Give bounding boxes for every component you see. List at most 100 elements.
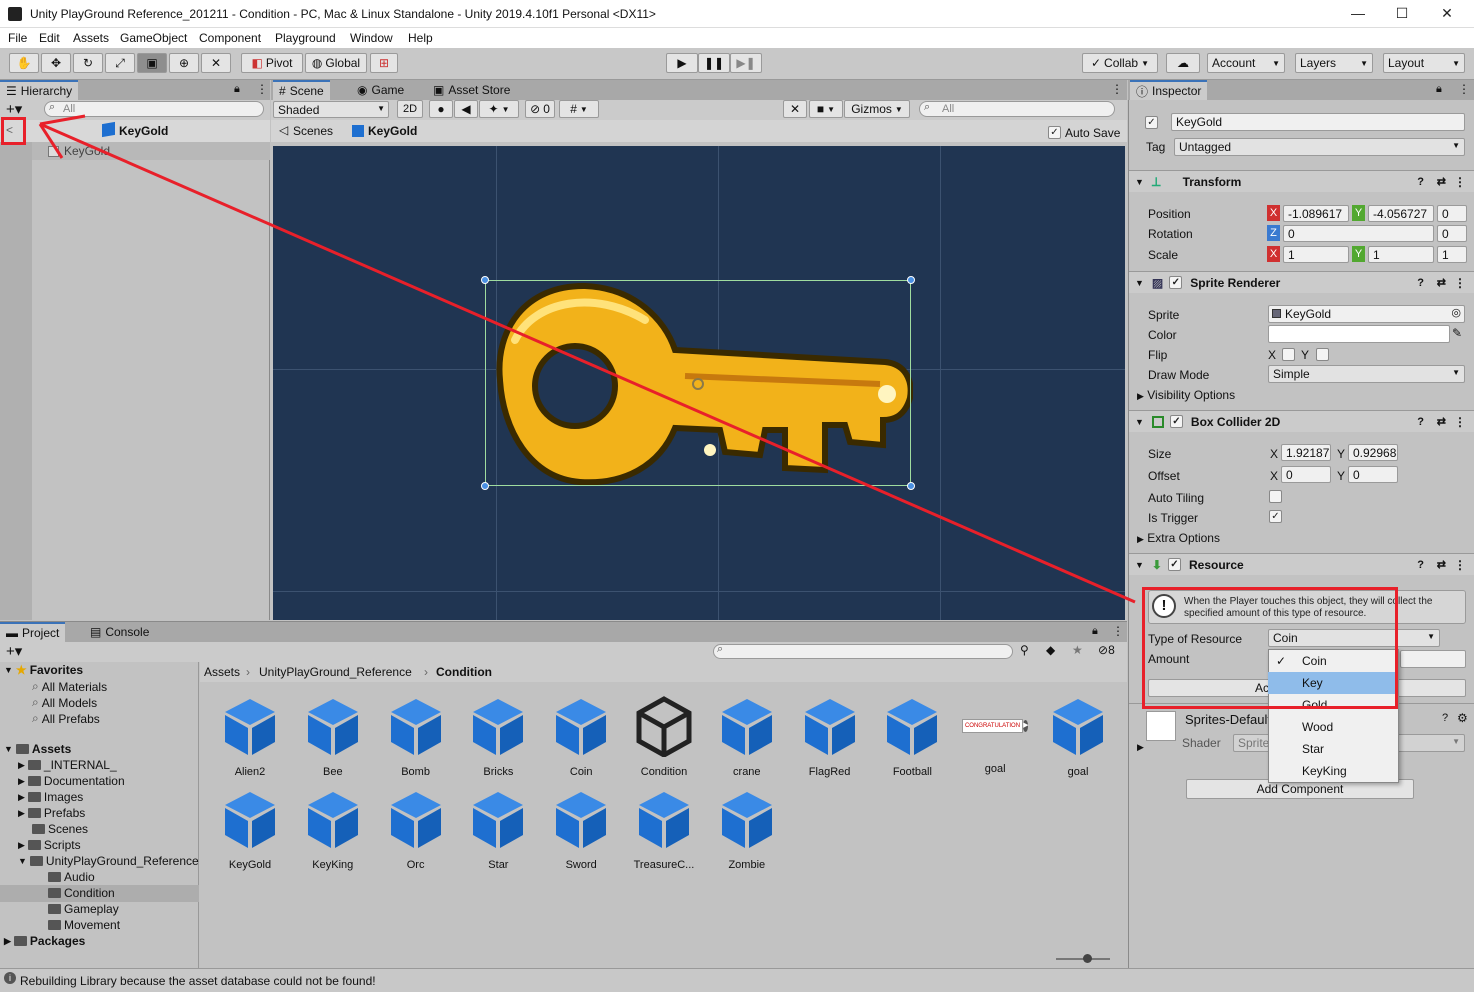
target-icon[interactable]: ◎ — [1451, 306, 1461, 319]
sprite-renderer-header[interactable]: ▼ ▨ ✓ Sprite Renderer ? ⇄ ⋮ — [1129, 271, 1474, 293]
slider-thumb[interactable] — [1083, 954, 1092, 963]
preset-icon[interactable]: ⇄ — [1437, 415, 1446, 428]
gear-icon[interactable]: ⚙ — [1457, 711, 1468, 725]
help-icon[interactable]: ? — [1417, 416, 1424, 428]
folder-internal[interactable]: ▶ _INTERNAL_ — [18, 758, 117, 772]
eyedropper-icon[interactable]: ✎ — [1452, 326, 1462, 340]
scale-x-field[interactable]: 1 — [1283, 246, 1349, 263]
folder-prefabs[interactable]: ▶ Prefabs — [18, 806, 85, 820]
kebab-menu-icon[interactable]: ⋮ — [1111, 82, 1123, 96]
fold-right-icon[interactable]: ▶ — [1137, 742, 1144, 753]
help-icon[interactable]: ? — [1417, 277, 1424, 289]
hidden-objects-toggle[interactable]: ⊘ 0 — [525, 100, 555, 118]
move-tool-button[interactable]: ✥ — [41, 53, 71, 73]
2d-toggle-button[interactable]: 2D — [397, 100, 423, 118]
menu-file[interactable]: File — [8, 31, 27, 45]
offset-x-field[interactable]: 0 — [1281, 466, 1331, 483]
menu-assets[interactable]: Assets — [73, 31, 109, 45]
active-checkbox[interactable]: ✓ — [1145, 116, 1158, 129]
folder-unityplayground-reference[interactable]: ▼ UnityPlayGround_Reference — [18, 854, 199, 868]
kebab-menu-icon[interactable]: ⋮ — [1454, 415, 1466, 429]
menu-playground[interactable]: Playground — [275, 31, 336, 45]
asset-item[interactable]: Orc — [379, 788, 453, 878]
maximize-button[interactable]: ☐ — [1392, 5, 1412, 22]
is-trigger-checkbox[interactable]: ✓ — [1269, 510, 1282, 523]
scale-tool-button[interactable]: ⤢ — [105, 53, 135, 73]
tab-console[interactable]: ▤ Console — [84, 622, 155, 642]
scale-z-field[interactable]: 1 — [1437, 246, 1467, 263]
flip-x-checkbox[interactable] — [1282, 348, 1295, 361]
create-plus-button[interactable]: +▾ — [6, 642, 22, 660]
help-icon[interactable]: ? — [1442, 712, 1448, 724]
lighting-toggle[interactable]: ● — [429, 100, 453, 118]
asset-item[interactable]: Alien2 — [213, 695, 287, 785]
rotate-tool-button[interactable]: ↻ — [73, 53, 103, 73]
rect-handle[interactable] — [907, 276, 915, 284]
asset-item[interactable]: FlagRed — [793, 695, 867, 785]
amount-field[interactable] — [1400, 650, 1466, 668]
pause-button[interactable]: ❚❚ — [698, 53, 730, 73]
tools-toggle[interactable]: ✕ — [783, 100, 807, 118]
position-z-field[interactable]: 0 — [1437, 205, 1467, 222]
close-button[interactable]: ✕ — [1437, 5, 1457, 22]
lock-icon[interactable]: 🔒︎ — [1092, 625, 1098, 638]
help-icon[interactable]: ? — [1417, 559, 1424, 571]
pivot-toggle[interactable]: ◧ Pivot — [241, 53, 303, 73]
scene-search-input[interactable]: All — [919, 101, 1115, 117]
scale-y-field[interactable]: 1 — [1368, 246, 1434, 263]
tab-project[interactable]: ▬ Project — [0, 622, 66, 642]
offset-y-field[interactable]: 0 — [1348, 466, 1398, 483]
asset-item[interactable]: Football — [875, 695, 949, 785]
box-collider-header[interactable]: ▼ ✓ Box Collider 2D ? ⇄ ⋮ — [1129, 410, 1474, 432]
kebab-menu-icon[interactable]: ⋮ — [1454, 276, 1466, 290]
rect-handle[interactable] — [907, 482, 915, 490]
resource-enabled-checkbox[interactable]: ✓ — [1167, 558, 1181, 571]
minimize-button[interactable]: — — [1348, 5, 1368, 21]
pivot-handle[interactable] — [692, 378, 704, 390]
asset-item[interactable]: KeyKing — [296, 788, 370, 878]
asset-item[interactable]: KeyGold — [213, 788, 287, 878]
object-name-field[interactable]: KeyGold — [1171, 113, 1465, 131]
hierarchy-search-input[interactable]: All — [44, 101, 264, 117]
kebab-menu-icon[interactable]: ⋮ — [1454, 175, 1466, 189]
asset-item[interactable]: Star — [461, 788, 535, 878]
audio-toggle[interactable]: ◀ — [454, 100, 478, 118]
rotation-z-field[interactable]: 0 — [1283, 225, 1434, 242]
assets-header[interactable]: ▼ Assets — [4, 742, 71, 756]
folder-gameplay[interactable]: Gameplay — [48, 902, 119, 916]
play-button[interactable]: ▶ — [666, 53, 698, 73]
position-x-field[interactable]: -1.089617 — [1283, 205, 1349, 222]
camera-dropdown[interactable]: ■ ▼ — [809, 100, 843, 118]
preset-icon[interactable]: ⇄ — [1437, 558, 1446, 571]
account-dropdown[interactable]: Account ▼ — [1207, 53, 1285, 73]
asset-item[interactable]: CONGRATULATION ▶ goal — [958, 695, 1032, 785]
global-toggle[interactable]: ◍ Global — [305, 53, 367, 73]
hand-tool-button[interactable]: ✋ — [9, 53, 39, 73]
folder-documentation[interactable]: ▶ Documentation — [18, 774, 125, 788]
tag-dropdown[interactable]: Untagged ▼ — [1174, 138, 1465, 156]
rotation-extra-field[interactable]: 0 — [1437, 225, 1467, 242]
layers-dropdown[interactable]: Layers ▼ — [1295, 53, 1373, 73]
asset-item[interactable]: TreasureC... — [627, 788, 701, 878]
resource-header[interactable]: ▼ ⬇ ✓ Resource ? ⇄ ⋮ — [1129, 553, 1474, 575]
breadcrumb-unityplayground[interactable]: UnityPlayGround_Reference — [259, 665, 412, 679]
breadcrumb-assets[interactable]: Assets — [204, 665, 240, 679]
breadcrumb-keygold[interactable]: KeyGold — [368, 124, 417, 138]
auto-tiling-checkbox[interactable] — [1269, 490, 1282, 503]
create-plus-button[interactable]: +▾ — [6, 100, 22, 118]
folder-images[interactable]: ▶ Images — [18, 790, 83, 804]
gizmos-dropdown[interactable]: Gizmos ▼ — [844, 100, 910, 118]
layout-dropdown[interactable]: Layout ▼ — [1383, 53, 1465, 73]
transform-header[interactable]: ▼ ⟂ Transform ? ⇄ ⋮ — [1129, 170, 1474, 192]
color-swatch[interactable] — [1268, 325, 1450, 343]
collider-enabled-checkbox[interactable]: ✓ — [1169, 415, 1183, 428]
position-y-field[interactable]: -4.056727 — [1368, 205, 1434, 222]
visibility-options-foldout[interactable]: ▶ Visibility Options — [1137, 388, 1235, 402]
asset-item[interactable]: goal — [1041, 695, 1115, 785]
scene-viewport[interactable] — [273, 146, 1125, 620]
kebab-menu-icon[interactable]: ⋮ — [1112, 624, 1124, 638]
breadcrumb-scenes[interactable]: Scenes — [293, 124, 333, 138]
cloud-button[interactable]: ☁ — [1166, 53, 1200, 73]
draw-mode-dropdown[interactable]: Simple ▼ — [1268, 365, 1465, 383]
sprite-object-field[interactable]: KeyGold ◎ — [1268, 305, 1465, 323]
